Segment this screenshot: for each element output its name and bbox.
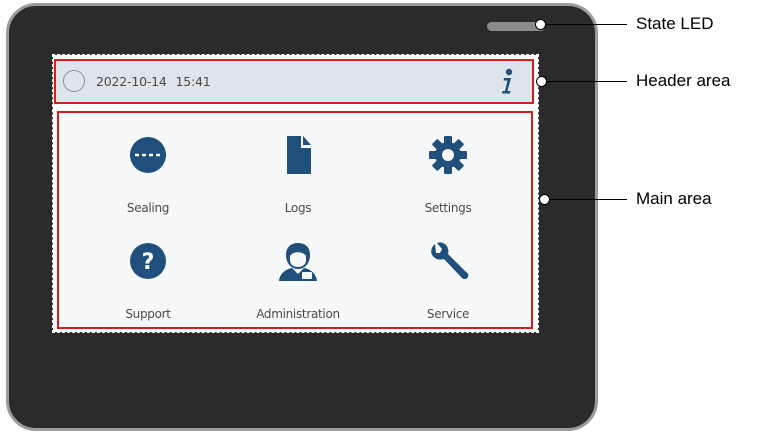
svg-text:?: ? — [142, 250, 155, 275]
callout-dot-state-led — [535, 19, 546, 30]
tile-sealing[interactable]: Sealing — [78, 133, 218, 233]
gear-icon — [429, 136, 467, 174]
callout-state-led: State LED — [636, 14, 714, 33]
header-time: 15:41 — [175, 74, 211, 89]
tile-label: Administration — [256, 307, 340, 321]
tile-support[interactable]: ? Support — [78, 239, 218, 339]
callout-header-area: Header area — [636, 71, 731, 90]
wrench-icon — [431, 242, 469, 280]
tile-label: Settings — [424, 201, 472, 215]
user-admin-icon — [279, 243, 317, 281]
header-area: 2022-10-14 15:41 — [54, 59, 534, 104]
tile-settings[interactable]: Settings — [378, 133, 518, 233]
tile-label: Support — [125, 307, 171, 321]
main-area: Sealing Logs Settings ? Support Administ… — [57, 111, 533, 329]
tile-label: Logs — [284, 201, 312, 215]
document-icon — [287, 136, 311, 174]
tile-administration[interactable]: Administration — [228, 239, 368, 339]
question-icon: ? — [130, 243, 166, 279]
tile-label: Sealing — [126, 201, 170, 215]
callout-line-main-area — [544, 199, 627, 200]
callout-dot-main-area — [539, 194, 550, 205]
sealing-icon — [130, 137, 166, 173]
info-icon[interactable] — [495, 65, 519, 97]
tile-label: Service — [426, 307, 470, 321]
callout-main-area: Main area — [636, 189, 712, 208]
callout-line-header-area — [541, 81, 627, 82]
callout-line-state-led — [540, 24, 627, 25]
tile-logs[interactable]: Logs — [228, 133, 368, 233]
tile-service[interactable]: Service — [378, 239, 518, 339]
header-date: 2022-10-14 — [96, 74, 167, 89]
callout-dot-header-area — [536, 76, 547, 87]
status-indicator-icon — [63, 70, 85, 92]
date-time: 2022-10-14 15:41 — [96, 74, 215, 89]
